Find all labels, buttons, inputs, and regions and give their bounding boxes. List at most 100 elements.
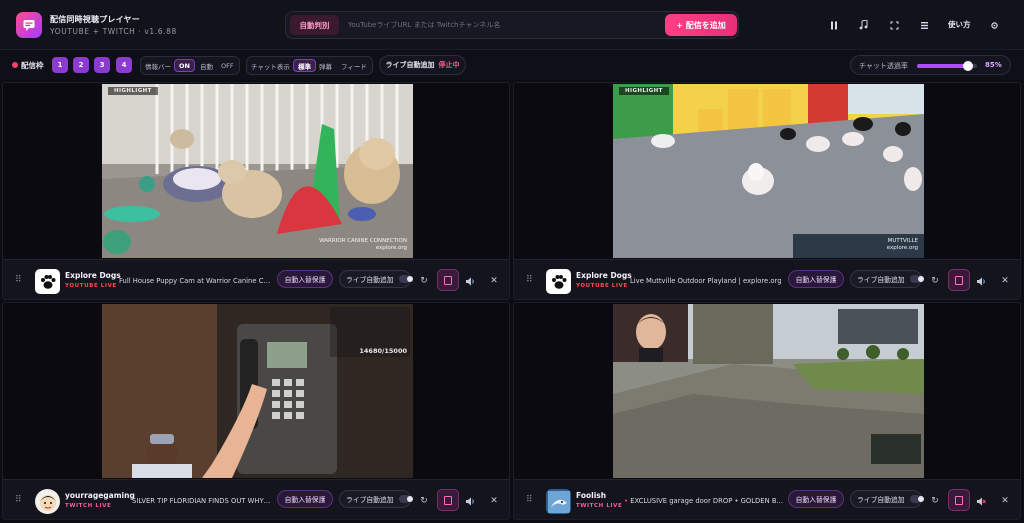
chat-display-option-danmaku[interactable]: 弾幕 — [315, 59, 336, 72]
drag-handle-icon[interactable]: ⠿ — [15, 495, 22, 505]
auto-swap-protect-button[interactable]: 自動入替保護 — [277, 490, 333, 508]
payphone-game-video-frame — [102, 304, 413, 478]
chat-toggle-button[interactable] — [437, 489, 459, 511]
stream-slots-label: 配信枠 — [21, 61, 44, 70]
chat-opacity-label: チャット透過率 — [859, 62, 908, 70]
info-bar-control: 情報バー ON 自動 OFF — [140, 56, 240, 75]
live-auto-add-switch-label: ライブ自動追加 — [857, 496, 905, 504]
reload-icon[interactable]: ↻ — [928, 494, 942, 508]
drag-handle-icon[interactable]: ⠿ — [526, 495, 533, 505]
close-icon[interactable]: ✕ — [998, 494, 1012, 508]
channel-name[interactable]: yourragegaming — [65, 491, 135, 500]
highlight-badge: HIGHLIGHT — [108, 87, 158, 95]
help-link[interactable]: 使い方 — [948, 19, 971, 30]
toggle-switch[interactable] — [398, 495, 414, 503]
chat-display-control: チャット表示 標準 弾幕 フィード — [246, 56, 373, 75]
platform-label: TWITCH LIVE — [65, 503, 112, 509]
close-icon[interactable]: ✕ — [487, 494, 501, 508]
channel-avatar — [546, 489, 571, 514]
paw-print-icon — [551, 274, 566, 289]
info-bar-option-auto[interactable]: 自動 — [196, 59, 217, 72]
toggle-switch[interactable] — [909, 275, 925, 283]
chat-opacity-slider[interactable] — [917, 61, 977, 71]
live-auto-add-toggle[interactable]: ライブ自動追加 停止中 — [379, 55, 466, 75]
toggle-switch[interactable] — [909, 495, 925, 503]
slot-button-2[interactable]: 2 — [73, 57, 89, 73]
stream-panel-4: ⠿ Foolish TWITCH LIVE • EXCLUSIVE garage… — [513, 302, 1021, 520]
chat-display-option-feed[interactable]: フィード — [337, 59, 371, 72]
stream-url-input[interactable] — [348, 16, 648, 34]
layout-grid-icon[interactable] — [917, 18, 931, 32]
reload-icon[interactable]: ↻ — [928, 274, 942, 288]
volume-icon[interactable] — [463, 494, 477, 508]
live-auto-add-switch[interactable]: ライブ自動追加 — [339, 490, 414, 508]
auto-swap-protect-button[interactable]: 自動入替保護 — [788, 270, 844, 288]
paw-print-icon — [40, 274, 55, 289]
chat-opacity-value: 85% — [985, 61, 1002, 69]
video-player[interactable]: HIGHLIGHT WARRIOR CANINE CONNECTION expl… — [102, 84, 413, 258]
shark-avatar — [547, 490, 570, 513]
app-subtitle: YOUTUBE + TWITCH · v1.6.88 — [50, 27, 177, 36]
channel-avatar — [35, 489, 60, 514]
chat-opacity-thumb[interactable] — [963, 61, 973, 71]
info-bar-label: 情報バー — [145, 63, 171, 71]
chat-panel-icon — [955, 495, 963, 505]
drag-handle-icon[interactable]: ⠿ — [15, 275, 22, 285]
auto-swap-protect-button[interactable]: 自動入替保護 — [277, 270, 333, 288]
live-indicator-dot — [12, 62, 18, 68]
highlight-badge: HIGHLIGHT — [619, 87, 669, 95]
live-auto-add-switch[interactable]: ライブ自動追加 — [850, 270, 925, 288]
app-title: 配信同時視聴プレイヤー — [50, 15, 140, 24]
panel-control-bar: ⠿ yourragegaming TWITCH LIVE SILVER TIP … — [3, 479, 509, 519]
dog-playland-video-frame — [613, 84, 924, 258]
island-game-video-frame — [613, 304, 924, 478]
puppy-cam-video-frame — [102, 84, 413, 258]
fullscreen-icon[interactable] — [887, 18, 901, 32]
info-bar-option-on[interactable]: ON — [174, 59, 195, 72]
panel-control-bar: ⠿ Foolish TWITCH LIVE • EXCLUSIVE garage… — [514, 479, 1020, 519]
slot-button-3[interactable]: 3 — [94, 57, 110, 73]
channel-name[interactable]: Explore Dogs — [576, 271, 632, 280]
stream-title: SILVER TIP FLORIDIAN FINDS OUT WHY T... — [132, 497, 272, 505]
add-stream-button[interactable]: + 配信を追加 — [665, 14, 737, 36]
gear-icon[interactable] — [987, 18, 1001, 32]
muted-volume-icon[interactable] — [974, 494, 988, 508]
chat-toggle-button[interactable] — [948, 269, 970, 291]
video-player[interactable]: HIGHLIGHT MUTTVILLE explore.org — [613, 84, 924, 258]
drag-handle-icon[interactable]: ⠿ — [526, 275, 533, 285]
auto-detect-button[interactable]: 自動判別 — [290, 15, 339, 35]
video-player[interactable] — [613, 304, 924, 478]
chat-opacity-control: チャット透過率 85% — [850, 55, 1011, 75]
chat-panel-icon — [955, 275, 963, 285]
channel-name[interactable]: Foolish — [576, 491, 606, 500]
stream-title: Full House Puppy Cam at Warrior Canine C… — [119, 277, 271, 285]
chat-display-option-standard[interactable]: 標準 — [293, 59, 316, 72]
auto-swap-protect-button[interactable]: 自動入替保護 — [788, 490, 844, 508]
reload-icon[interactable]: ↻ — [417, 494, 431, 508]
channel-name[interactable]: Explore Dogs — [65, 271, 121, 280]
chat-toggle-button[interactable] — [948, 489, 970, 511]
stream-title-text: EXCLUSIVE garage door DROP • GOLDEN B... — [630, 497, 783, 505]
toggle-switch[interactable] — [398, 275, 414, 283]
slot-button-4[interactable]: 4 — [116, 57, 132, 73]
music-note-icon[interactable] — [856, 18, 870, 32]
stream-title: • EXCLUSIVE garage door DROP • GOLDEN B.… — [624, 497, 784, 505]
info-bar-option-off[interactable]: OFF — [217, 59, 238, 72]
close-icon[interactable]: ✕ — [487, 274, 501, 288]
pause-icon[interactable] — [827, 18, 841, 32]
channel-avatar — [35, 269, 60, 294]
volume-icon[interactable] — [974, 274, 988, 288]
slot-button-1[interactable]: 1 — [52, 57, 68, 73]
video-watermark: MUTTVILLE explore.org — [886, 238, 918, 251]
chat-toggle-button[interactable] — [437, 269, 459, 291]
chat-bubble-icon — [23, 20, 35, 31]
volume-icon[interactable] — [463, 274, 477, 288]
chat-opacity-fill — [917, 64, 968, 68]
chat-display-label: チャット表示 — [251, 63, 290, 71]
live-auto-add-switch[interactable]: ライブ自動追加 — [339, 270, 414, 288]
close-icon[interactable]: ✕ — [998, 274, 1012, 288]
stream-panel-3: 14680/15000 ⠿ yourragegaming TWITCH LIVE… — [2, 302, 510, 520]
reload-icon[interactable]: ↻ — [417, 274, 431, 288]
live-auto-add-switch[interactable]: ライブ自動追加 — [850, 490, 925, 508]
video-player[interactable]: 14680/15000 — [102, 304, 413, 478]
